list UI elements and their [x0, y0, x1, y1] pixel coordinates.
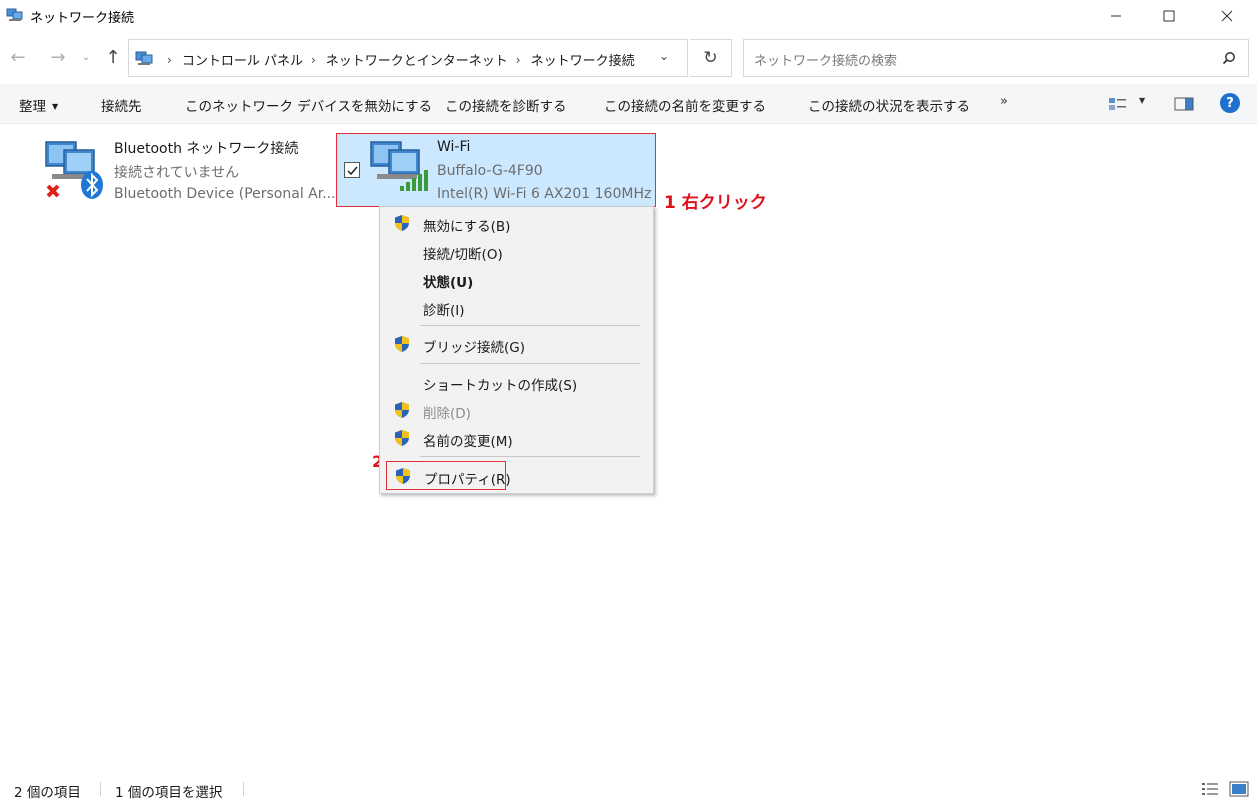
- context-menu: 無効にする(B) 接続/切断(O) 状態(U) 診断(I) ブリッジ接続(G) …: [379, 206, 654, 494]
- breadcrumb-network-connections[interactable]: ネットワーク接続: [531, 50, 635, 69]
- breadcrumb-separator-icon[interactable]: ›: [311, 53, 316, 67]
- menu-item-label: 状態(U): [423, 275, 474, 291]
- caret-down-icon: ▼: [52, 102, 59, 111]
- item-count: 2 個の項目: [14, 785, 81, 800]
- refresh-icon: ↻: [703, 48, 718, 68]
- bluetooth-icon: [81, 171, 103, 199]
- title-bar: ネットワーク接続: [0, 0, 1257, 32]
- control-panel-icon: [135, 51, 153, 65]
- uac-shield-icon: [395, 336, 409, 352]
- forward-button[interactable]: →: [46, 45, 70, 69]
- menu-separator: [420, 325, 640, 326]
- connection-name: Bluetooth ネットワーク接続: [114, 141, 299, 157]
- chevron-down-icon: ⌄: [81, 51, 91, 63]
- menu-item-delete: 削除(D): [380, 397, 653, 423]
- address-bar[interactable]: › コントロール パネル › ネットワークとインターネット › ネットワーク接続…: [128, 39, 688, 77]
- status-divider: [243, 782, 244, 796]
- menu-separator: [420, 456, 640, 457]
- menu-item-create-shortcut[interactable]: ショートカットの作成(S): [380, 369, 653, 395]
- connection-item-bluetooth[interactable]: Bluetooth ネットワーク接続 接続されていません Bluetooth D…: [40, 132, 336, 210]
- organize-label: 整理: [19, 99, 46, 115]
- minimize-button[interactable]: [1093, 0, 1139, 32]
- menu-item-label: 診断(I): [423, 303, 465, 319]
- uac-shield-icon: [395, 402, 409, 418]
- menu-item-label: 接続/切断(O): [423, 247, 503, 263]
- annotation-step-1: 1 右クリック: [664, 193, 767, 213]
- refresh-button[interactable]: ↻: [690, 39, 732, 77]
- large-icons-view-icon[interactable]: [1229, 781, 1249, 797]
- selection-checkbox[interactable]: [344, 162, 360, 178]
- help-button[interactable]: ?: [1220, 93, 1240, 113]
- connection-name: Wi-Fi: [437, 139, 471, 155]
- menu-item-properties[interactable]: プロパティ(R): [386, 461, 511, 490]
- maximize-icon: [1163, 10, 1175, 22]
- uac-shield-icon: [396, 468, 410, 484]
- breadcrumb-separator-icon[interactable]: ›: [516, 53, 521, 67]
- window-title: ネットワーク接続: [30, 11, 135, 26]
- uac-shield-icon: [395, 215, 409, 231]
- organize-button[interactable]: 整理 ▼: [19, 95, 58, 115]
- search-box[interactable]: ネットワーク接続の検索: [743, 39, 1249, 77]
- arrow-left-icon: ←: [10, 46, 26, 68]
- wifi-signal-icon: [400, 170, 428, 191]
- chevron-down-icon[interactable]: ⌄: [659, 49, 669, 63]
- status-divider: [100, 782, 101, 796]
- menu-item-rename[interactable]: 名前の変更(M): [380, 425, 653, 451]
- breadcrumb-network-internet[interactable]: ネットワークとインターネット: [326, 50, 508, 69]
- details-view-icon[interactable]: [1201, 782, 1219, 796]
- connect-to-button[interactable]: 接続先: [101, 95, 142, 115]
- connection-status: Buffalo-G-4F90: [437, 163, 543, 179]
- diagnose-button[interactable]: この接続を診断する: [445, 95, 567, 115]
- help-icon: ?: [1226, 95, 1234, 111]
- maximize-button[interactable]: [1146, 0, 1192, 32]
- menu-item-label: ショートカットの作成(S): [423, 378, 578, 394]
- caret-down-icon[interactable]: ▼: [1139, 96, 1145, 105]
- change-view-icon[interactable]: [1108, 96, 1128, 112]
- menu-item-label: 名前の変更(M): [423, 434, 513, 450]
- menu-item-label: ブリッジ接続(G): [423, 340, 525, 356]
- breadcrumb-separator-icon: ›: [167, 52, 172, 67]
- arrow-up-icon: ↑: [105, 46, 121, 68]
- arrow-right-icon: →: [50, 46, 66, 68]
- status-bar: 2 個の項目 1 個の項目を選択: [0, 776, 1257, 800]
- connection-device: Intel(R) Wi-Fi 6 AX201 160MHz: [437, 186, 652, 202]
- connection-item-wifi[interactable]: Wi-Fi Buffalo-G-4F90 Intel(R) Wi-Fi 6 AX…: [336, 133, 656, 207]
- breadcrumb-control-panel[interactable]: コントロール パネル: [182, 50, 303, 69]
- navigation-bar: ← → ⌄ ↑ › コントロール パネル › ネットワークとインターネット › …: [0, 37, 1257, 81]
- up-button[interactable]: ↑: [101, 45, 125, 69]
- minimize-icon: [1111, 15, 1121, 17]
- preview-pane-icon[interactable]: [1174, 96, 1194, 112]
- menu-item-label: プロパティ(R): [424, 472, 511, 488]
- menu-item-label: 削除(D): [423, 406, 471, 422]
- recent-locations-button[interactable]: ⌄: [78, 45, 94, 69]
- close-icon: [1221, 10, 1233, 22]
- connection-device: Bluetooth Device (Personal Ar...: [114, 186, 336, 202]
- uac-shield-icon: [395, 430, 409, 446]
- more-commands-button[interactable]: »: [1000, 94, 1008, 109]
- network-connections-icon: [6, 8, 23, 21]
- menu-item-disable[interactable]: 無効にする(B): [380, 210, 653, 236]
- menu-item-status[interactable]: 状態(U): [380, 266, 653, 292]
- rename-button[interactable]: この接続の名前を変更する: [604, 95, 766, 115]
- menu-separator: [420, 363, 640, 364]
- selected-count: 1 個の項目を選択: [115, 785, 223, 800]
- search-input[interactable]: ネットワーク接続の検索: [754, 50, 897, 69]
- menu-item-label: 無効にする(B): [423, 219, 511, 235]
- menu-item-diagnose[interactable]: 診断(I): [380, 294, 653, 320]
- breadcrumb: › コントロール パネル › ネットワークとインターネット › ネットワーク接続: [159, 50, 635, 70]
- close-button[interactable]: [1204, 0, 1250, 32]
- checkmark-icon: [347, 166, 358, 176]
- search-icon[interactable]: [1222, 51, 1236, 65]
- menu-item-connect-disconnect[interactable]: 接続/切断(O): [380, 238, 653, 264]
- disable-device-button[interactable]: このネットワーク デバイスを無効にする: [185, 95, 432, 115]
- connection-status: 接続されていません: [114, 165, 240, 181]
- back-button[interactable]: ←: [6, 45, 30, 69]
- command-bar: 整理 ▼ 接続先 このネットワーク デバイスを無効にする この接続を診断する この…: [0, 84, 1257, 124]
- menu-item-bridge[interactable]: ブリッジ接続(G): [380, 331, 653, 357]
- view-status-button[interactable]: この接続の状況を表示する: [808, 95, 970, 115]
